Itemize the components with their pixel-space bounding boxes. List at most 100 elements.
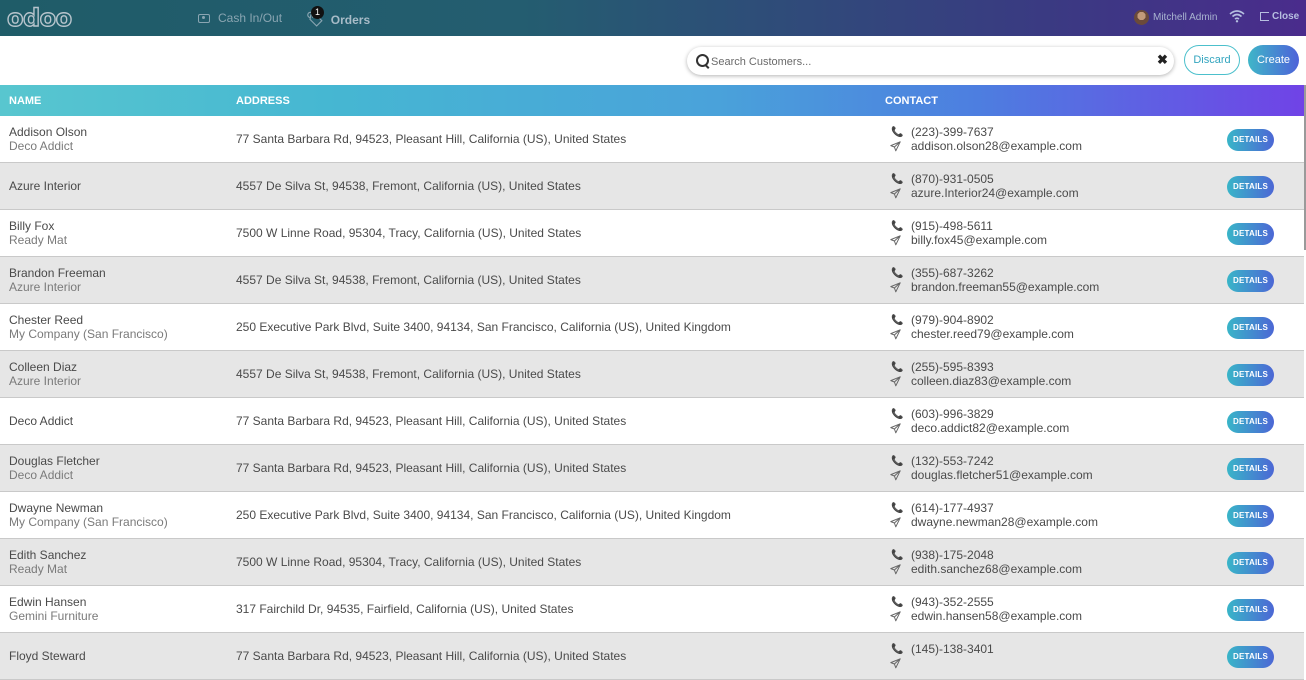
- phone-icon: 📞: [891, 644, 904, 655]
- close-label: Close: [1272, 11, 1300, 22]
- customer-name: Chester Reed: [9, 313, 84, 327]
- customer-address: 7500 W Linne Road, 95304, Tracy, Califor…: [236, 226, 582, 240]
- details-button[interactable]: DETAILS: [1227, 129, 1274, 151]
- paper-plane-icon: [890, 188, 901, 199]
- phone-icon: 📞: [891, 550, 904, 561]
- customer-phone: (915)-498-5611: [911, 219, 993, 233]
- orders-count-badge: 1: [311, 6, 324, 19]
- customer-company: Azure Interior: [9, 280, 82, 294]
- details-button[interactable]: DETAILS: [1227, 458, 1274, 480]
- details-button[interactable]: DETAILS: [1227, 176, 1274, 198]
- customer-phone: (614)-177-4937: [911, 501, 994, 515]
- close-button[interactable]: Close: [1260, 11, 1299, 22]
- phone-icon: 📞: [891, 221, 904, 232]
- customer-company: Gemini Furniture: [9, 609, 99, 623]
- paper-plane-icon: [890, 423, 901, 434]
- details-button[interactable]: DETAILS: [1227, 364, 1274, 386]
- customer-phone: (943)-352-2555: [911, 595, 994, 609]
- customer-name: Brandon Freeman: [9, 266, 106, 280]
- details-button[interactable]: DETAILS: [1227, 646, 1274, 668]
- details-button[interactable]: DETAILS: [1227, 317, 1274, 339]
- customer-company: My Company (San Francisco): [9, 327, 168, 341]
- table-row[interactable]: Floyd Steward 77 Santa Barbara Rd, 94523…: [0, 633, 1304, 680]
- customer-phone: (603)-996-3829: [911, 407, 994, 421]
- table-row[interactable]: Brandon Freeman Azure Interior 4557 De S…: [0, 257, 1304, 304]
- customer-email: dwayne.newman28@example.com: [911, 515, 1098, 529]
- search-box: ✖: [687, 47, 1174, 75]
- customer-address: 317 Fairchild Dr, 94535, Fairfield, Cali…: [236, 602, 574, 616]
- customer-address: 77 Santa Barbara Rd, 94523, Pleasant Hil…: [236, 649, 627, 663]
- top-navbar: odoo Cash In/Out 🏷 Orders 1 Mitchell Adm…: [0, 0, 1306, 36]
- table-row[interactable]: Azure Interior 4557 De Silva St, 94538, …: [0, 163, 1304, 210]
- customer-email: azure.Interior24@example.com: [911, 186, 1079, 200]
- table-row[interactable]: Colleen Diaz Azure Interior 4557 De Silv…: [0, 351, 1304, 398]
- money-icon: [198, 13, 210, 23]
- phone-icon: 📞: [891, 409, 904, 420]
- details-button[interactable]: DETAILS: [1227, 552, 1274, 574]
- column-header-name: NAME: [9, 95, 42, 107]
- phone-icon: 📞: [891, 315, 904, 326]
- create-button[interactable]: Create: [1248, 45, 1299, 75]
- wifi-icon[interactable]: [1229, 9, 1245, 23]
- table-header: NAME ADDRESS CONTACT: [0, 85, 1304, 116]
- customer-address: 250 Executive Park Blvd, Suite 3400, 941…: [236, 508, 731, 522]
- paper-plane-icon: [890, 235, 901, 246]
- details-button[interactable]: DETAILS: [1227, 411, 1274, 433]
- table-row[interactable]: Chester Reed My Company (San Francisco) …: [0, 304, 1304, 351]
- odoo-logo: odoo: [6, 4, 73, 32]
- customer-name: Floyd Steward: [9, 649, 86, 663]
- column-header-contact: CONTACT: [885, 95, 938, 107]
- customer-name: Addison Olson: [9, 125, 88, 139]
- search-input[interactable]: [709, 52, 1143, 72]
- paper-plane-icon: [890, 282, 901, 293]
- customer-email: billy.fox45@example.com: [911, 233, 1048, 247]
- paper-plane-icon: [890, 517, 901, 528]
- discard-button[interactable]: Discard: [1184, 45, 1240, 75]
- control-bar: ✖ Discard Create: [0, 36, 1306, 85]
- customer-list: Addison Olson Deco Addict 77 Santa Barba…: [0, 116, 1304, 680]
- cash-in-out-label: Cash In/Out: [218, 11, 283, 25]
- details-button[interactable]: DETAILS: [1227, 270, 1274, 292]
- cash-in-out-button[interactable]: Cash In/Out: [198, 11, 282, 25]
- phone-icon: 📞: [891, 503, 904, 514]
- table-row[interactable]: Deco Addict 77 Santa Barbara Rd, 94523, …: [0, 398, 1304, 445]
- phone-icon: 📞: [891, 456, 904, 467]
- customer-address: 4557 De Silva St, 94538, Fremont, Califo…: [236, 273, 581, 287]
- clear-search-icon[interactable]: ✖: [1157, 52, 1168, 68]
- customer-company: Deco Addict: [9, 468, 74, 482]
- table-row[interactable]: Billy Fox Ready Mat 7500 W Linne Road, 9…: [0, 210, 1304, 257]
- paper-plane-icon: [890, 658, 901, 669]
- customer-address: 4557 De Silva St, 94538, Fremont, Califo…: [236, 179, 581, 193]
- table-row[interactable]: Douglas Fletcher Deco Addict 77 Santa Ba…: [0, 445, 1304, 492]
- paper-plane-icon: [890, 141, 901, 152]
- phone-icon: 📞: [891, 127, 904, 138]
- customer-email: edith.sanchez68@example.com: [911, 562, 1082, 576]
- customer-phone: (355)-687-3262: [911, 266, 994, 280]
- customer-address: 77 Santa Barbara Rd, 94523, Pleasant Hil…: [236, 132, 627, 146]
- customer-email: edwin.hansen58@example.com: [911, 609, 1082, 623]
- table-row[interactable]: Dwayne Newman My Company (San Francisco)…: [0, 492, 1304, 539]
- paper-plane-icon: [890, 329, 901, 340]
- table-row[interactable]: Edwin Hansen Gemini Furniture 317 Fairch…: [0, 586, 1304, 633]
- customer-email: addison.olson28@example.com: [911, 139, 1082, 153]
- customer-name: Colleen Diaz: [9, 360, 78, 374]
- phone-icon: 📞: [891, 597, 904, 608]
- table-row[interactable]: Edith Sanchez Ready Mat 7500 W Linne Roa…: [0, 539, 1304, 586]
- customer-email: colleen.diaz83@example.com: [911, 374, 1072, 388]
- customer-name: Azure Interior: [9, 179, 82, 193]
- details-button[interactable]: DETAILS: [1227, 223, 1274, 245]
- customer-address: 77 Santa Barbara Rd, 94523, Pleasant Hil…: [236, 461, 627, 475]
- customer-phone: (870)-931-0505: [911, 172, 994, 186]
- customer-name: Deco Addict: [9, 414, 74, 428]
- customer-name: Edwin Hansen: [9, 595, 87, 609]
- details-button[interactable]: DETAILS: [1227, 505, 1274, 527]
- details-button[interactable]: DETAILS: [1227, 599, 1274, 621]
- customer-name: Dwayne Newman: [9, 501, 104, 515]
- customer-email: deco.addict82@example.com: [911, 421, 1070, 435]
- paper-plane-icon: [890, 470, 901, 481]
- paper-plane-icon: [890, 611, 901, 622]
- user-menu[interactable]: Mitchell Admin: [1134, 10, 1217, 25]
- phone-icon: 📞: [891, 268, 904, 279]
- paper-plane-icon: [890, 564, 901, 575]
- table-row[interactable]: Addison Olson Deco Addict 77 Santa Barba…: [0, 116, 1304, 163]
